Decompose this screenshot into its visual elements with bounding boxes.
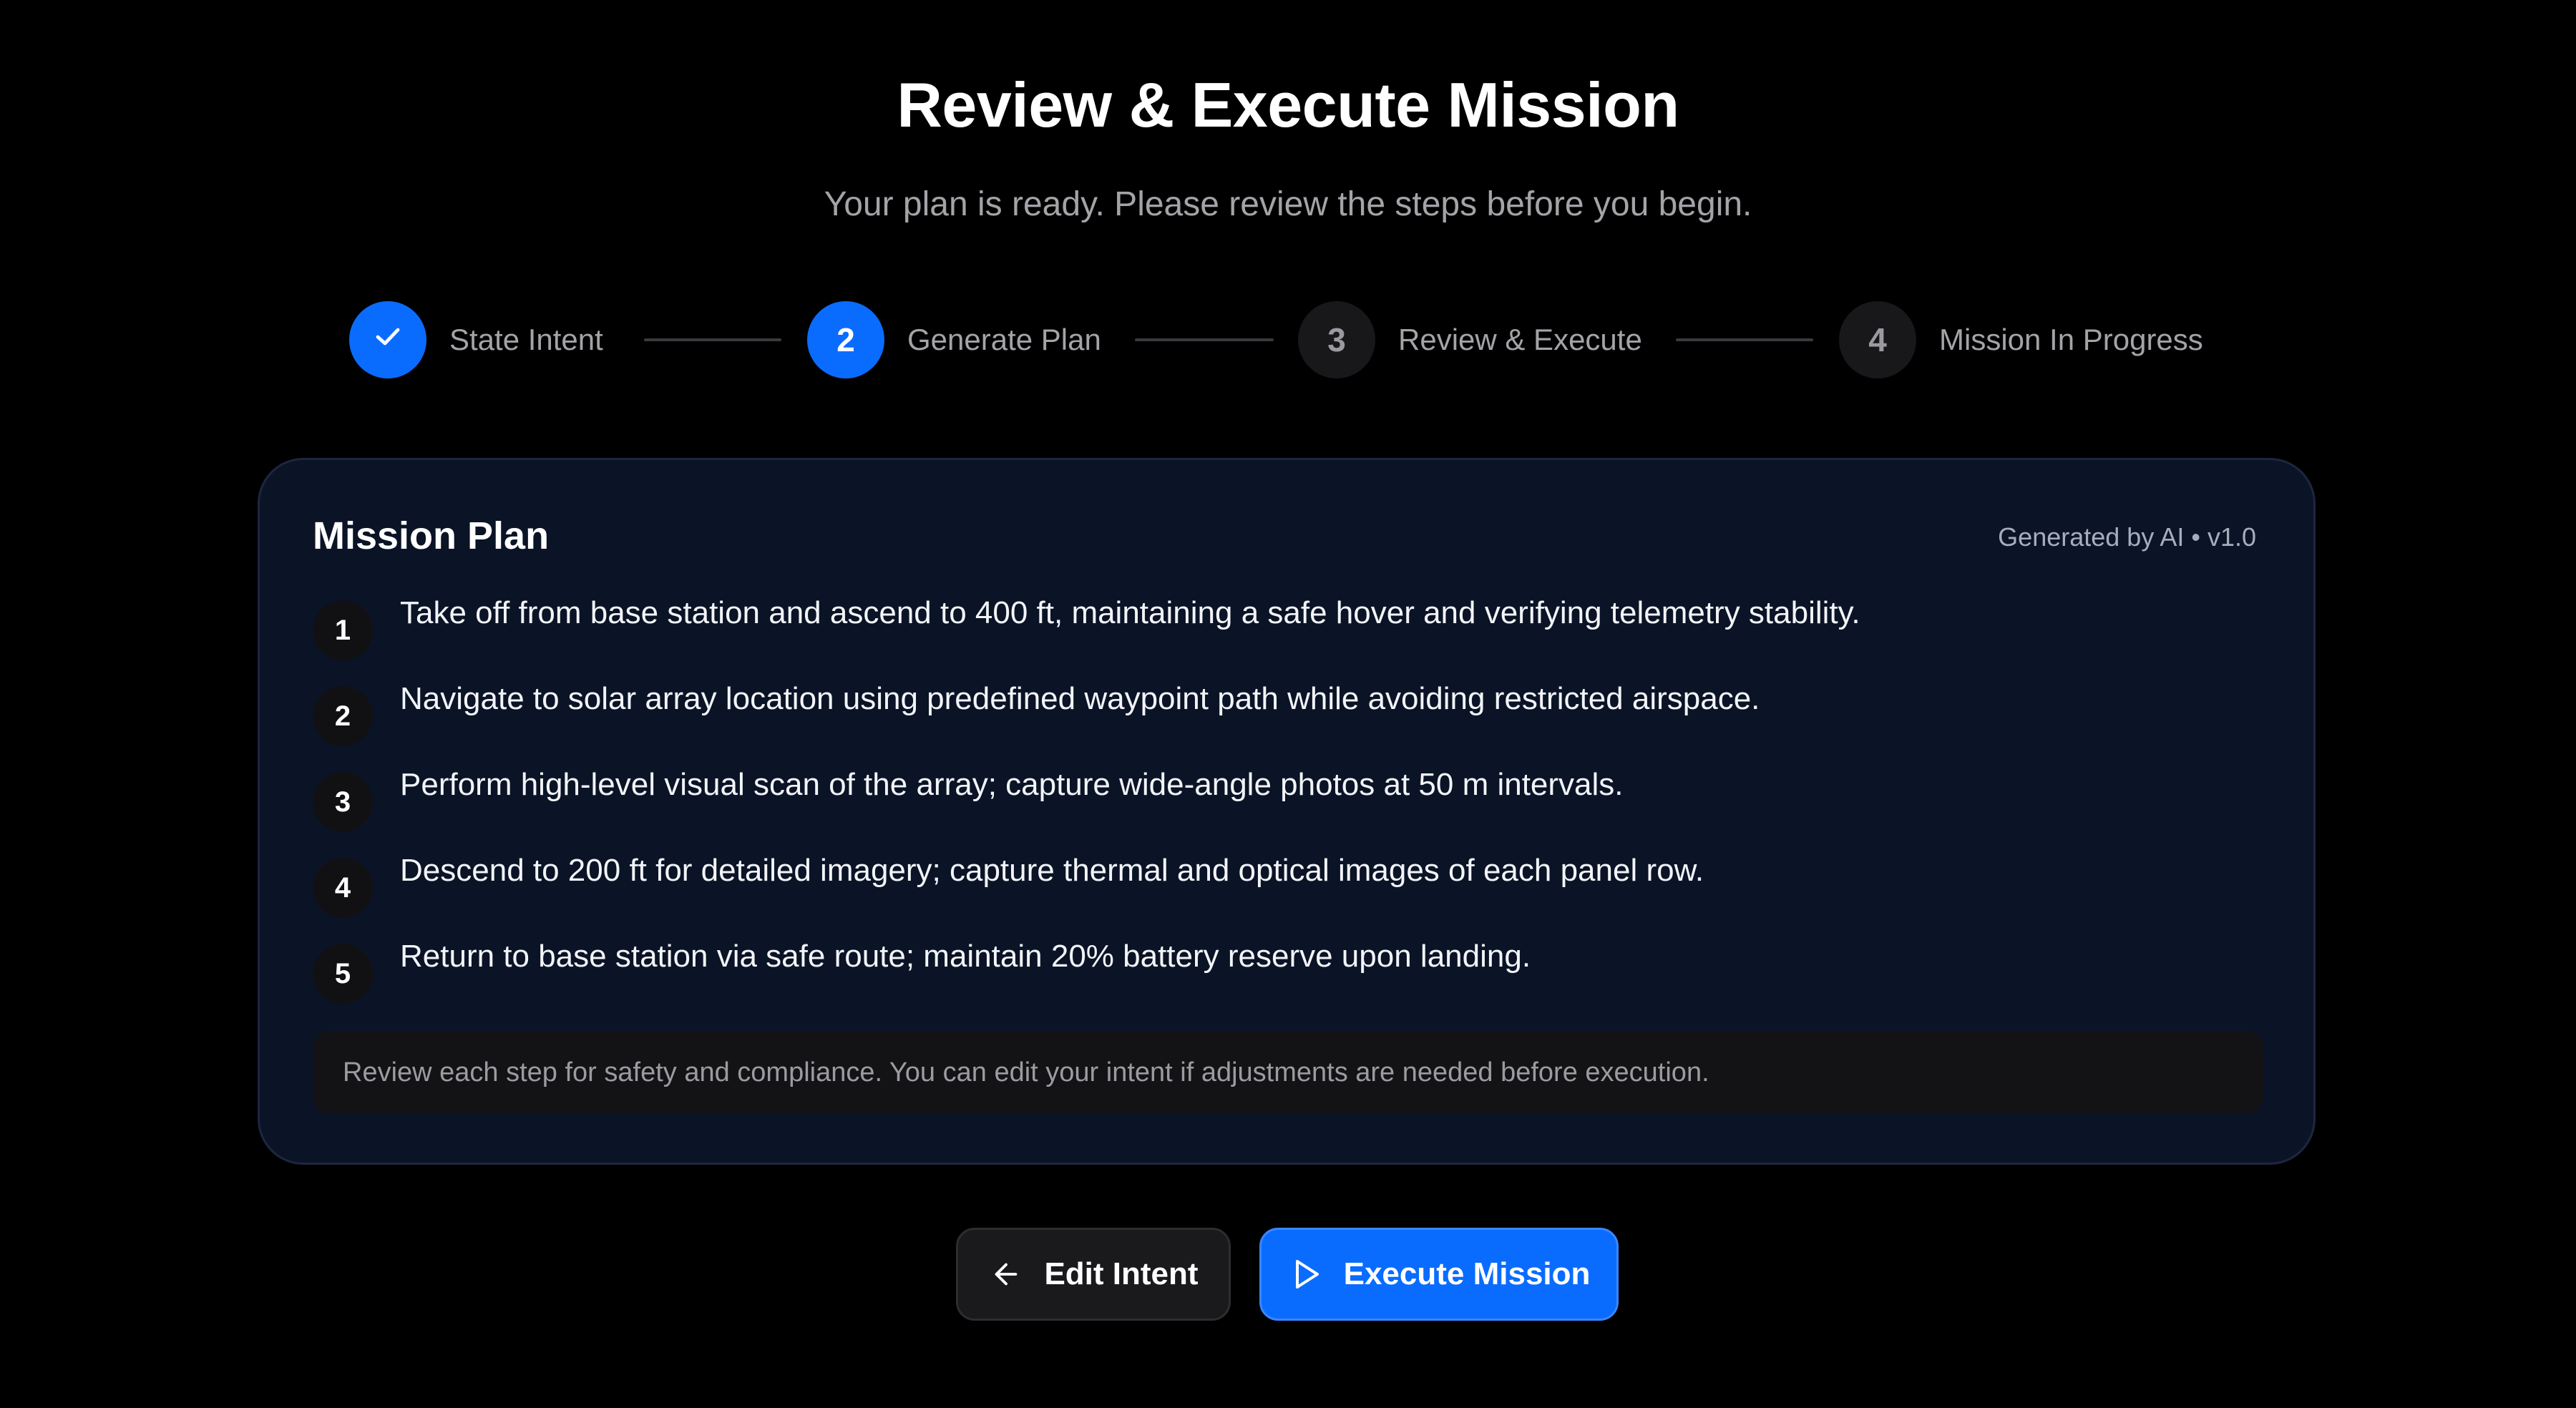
step-3-indicator: 3	[1298, 301, 1375, 378]
list-item: 4 Descend to 200 ft for detailed imagery…	[313, 849, 2245, 935]
step-text: Descend to 200 ft for detailed imagery; …	[400, 853, 1704, 888]
step-text: Return to base station via safe route; m…	[400, 939, 1531, 974]
step-1-label: State Intent	[449, 323, 603, 356]
step-2-label: Generate Plan	[907, 323, 1101, 356]
step-2-indicator: 2	[807, 301, 884, 378]
step-mission-in-progress: 4 Mission In Progress	[1839, 300, 2203, 379]
plan-steps-list: 1 Take off from base station and ascend …	[313, 592, 2245, 1021]
step-number-badge: 1	[313, 600, 373, 660]
review-note: Review each step for safety and complian…	[313, 1031, 2263, 1114]
step-number-badge: 5	[313, 944, 373, 1004]
edit-intent-button[interactable]: Edit Intent	[956, 1228, 1231, 1321]
play-icon	[1288, 1256, 1324, 1292]
step-number-badge: 3	[313, 772, 373, 832]
step-text: Take off from base station and ascend to…	[400, 595, 1860, 630]
arrow-left-icon	[988, 1256, 1024, 1292]
list-item: 5 Return to base station via safe route;…	[313, 935, 2245, 1021]
step-connector	[1135, 338, 1274, 341]
step-3-label: Review & Execute	[1398, 323, 1642, 356]
progress-stepper: State Intent 2 Generate Plan 3 Review & …	[0, 300, 2576, 379]
card-title: Mission Plan	[313, 514, 550, 557]
list-item: 1 Take off from base station and ascend …	[313, 592, 2245, 678]
step-number-badge: 2	[313, 686, 373, 746]
step-number-badge: 4	[313, 858, 373, 918]
step-generate-plan: 2 Generate Plan	[807, 300, 1101, 379]
execute-mission-label: Execute Mission	[1343, 1256, 1591, 1291]
mission-plan-card: Mission Plan Generated by AI • v1.0 1 Ta…	[258, 458, 2316, 1165]
step-1-indicator	[349, 301, 426, 378]
step-text: Navigate to solar array location using p…	[400, 681, 1760, 716]
execute-mission-button[interactable]: Execute Mission	[1259, 1228, 1619, 1321]
step-connector	[1676, 338, 1813, 341]
generated-by-label: Generated by AI • v1.0	[1998, 522, 2256, 552]
step-4-label: Mission In Progress	[1939, 323, 2203, 356]
edit-intent-label: Edit Intent	[1044, 1256, 1199, 1291]
step-4-indicator: 4	[1839, 301, 1916, 378]
step-state-intent: State Intent	[349, 300, 603, 379]
list-item: 2 Navigate to solar array location using…	[313, 678, 2245, 763]
check-icon	[371, 319, 405, 361]
page-subtitle: Your plan is ready. Please review the st…	[824, 185, 1752, 223]
step-text: Perform high-level visual scan of the ar…	[400, 767, 1624, 802]
step-connector	[644, 338, 781, 341]
step-review-execute: 3 Review & Execute	[1298, 300, 1642, 379]
page-title: Review & Execute Mission	[897, 69, 1679, 140]
list-item: 3 Perform high-level visual scan of the …	[313, 763, 2245, 849]
